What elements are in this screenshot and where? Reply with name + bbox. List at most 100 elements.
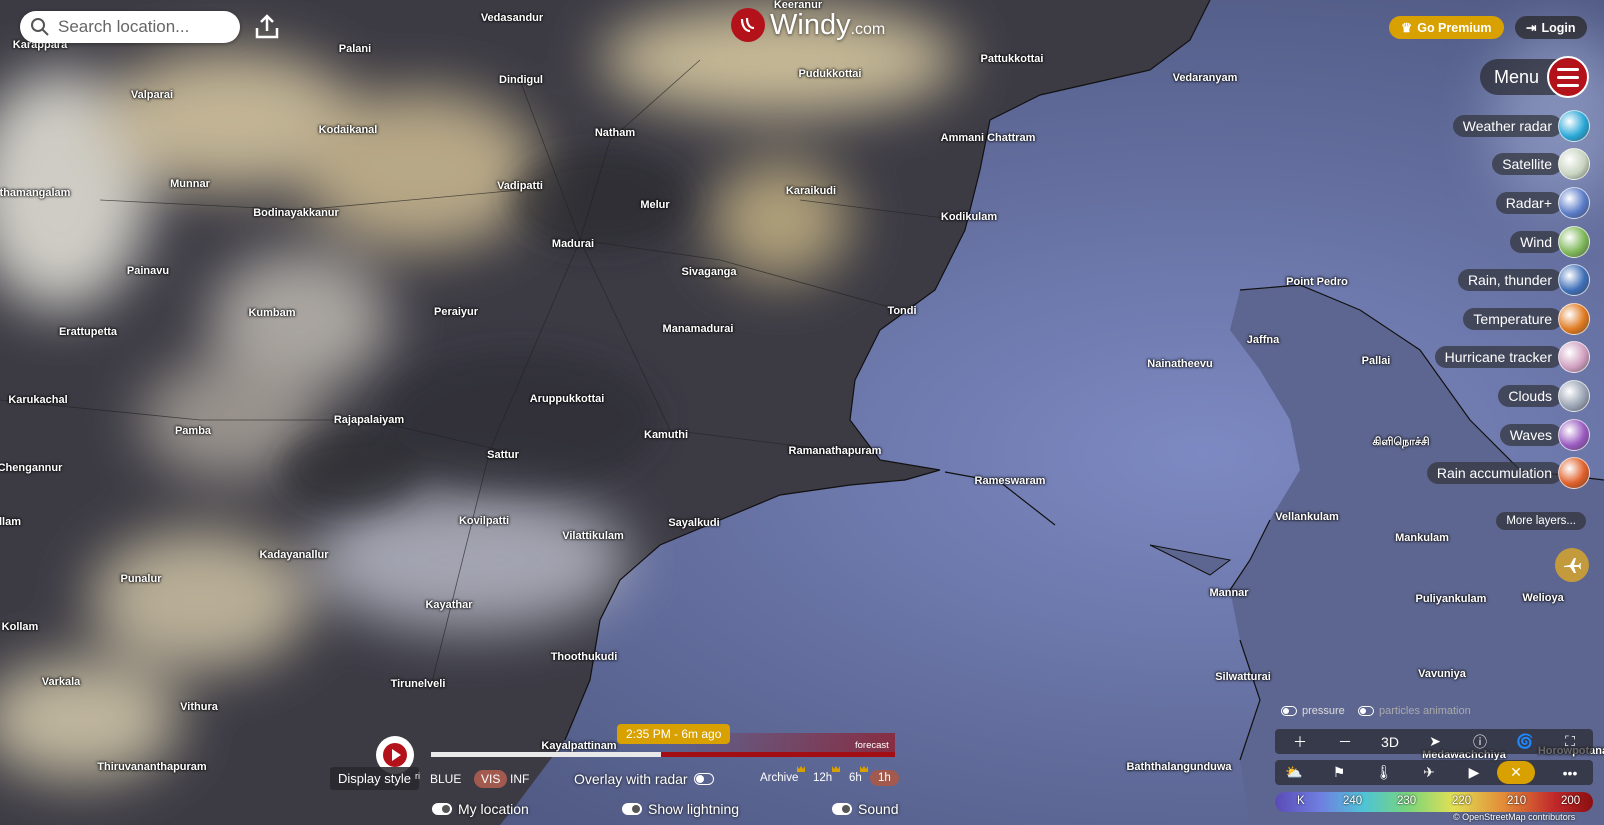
archive-option-12h[interactable]: 12h [813, 772, 832, 784]
place-label: Sivaganga [681, 266, 737, 278]
toggle-switch [832, 803, 852, 815]
layer-item[interactable]: Hurricane tracker [1434, 341, 1590, 373]
layer-item[interactable]: Radar+ [1495, 187, 1590, 219]
place-label: Kodikulam [940, 211, 998, 223]
wind-icon [1558, 226, 1590, 258]
place-label: Rameswaram [974, 475, 1046, 487]
sound-toggle[interactable]: Sound [832, 801, 898, 817]
play-icon [383, 743, 407, 767]
locate-icon[interactable]: ➤ [1416, 729, 1454, 754]
display-option-inf[interactable]: INF [510, 772, 529, 786]
toggle-switch [1281, 706, 1297, 716]
place-label: Dindigul [499, 74, 543, 86]
windy-logo[interactable]: Windy.com [731, 8, 885, 42]
place-label: Puliyankulam [1415, 593, 1487, 605]
zoom-out-button[interactable]: － [1326, 729, 1364, 754]
place-label: Bodinayakkanur [253, 207, 339, 219]
close-icon[interactable]: ✕ [1497, 761, 1535, 784]
time-indicator[interactable]: 2:35 PM - 6m ago [617, 724, 731, 744]
my-location-toggle[interactable]: My location [432, 801, 529, 817]
archive-button[interactable]: Archive [760, 772, 798, 784]
place-label: Jaffna [1246, 334, 1280, 346]
archive-option-6h[interactable]: 6h [849, 772, 862, 784]
layer-label: Waves [1499, 424, 1562, 446]
legend-value: 220 [1452, 795, 1472, 807]
place-label: Mankulam [1395, 532, 1449, 544]
search-bar[interactable] [20, 11, 240, 43]
more-icon[interactable]: ••• [1551, 760, 1589, 785]
layer-label: Wind [1510, 231, 1562, 253]
search-icon [31, 18, 49, 36]
timeline-slider[interactable] [431, 733, 895, 759]
flag-icon[interactable]: ⚑ [1320, 760, 1358, 785]
share-button[interactable] [252, 12, 282, 42]
zoom-in-button[interactable]: ＋ [1281, 729, 1319, 754]
place-label: Punalur [120, 573, 162, 585]
weather-icon[interactable]: ⛅ [1275, 760, 1313, 785]
place-label: Pallai [1361, 355, 1391, 367]
place-label: Vedaranyam [1172, 72, 1238, 84]
layer-item[interactable]: Weather radar [1452, 110, 1590, 142]
place-label: Painavu [126, 265, 170, 277]
thermometer-icon[interactable]: 🌡 [1365, 760, 1403, 785]
display-option-vis[interactable]: VIS [474, 770, 508, 788]
airport-icon[interactable]: ✈ [1410, 760, 1448, 785]
particles-animation-toggle[interactable]: particles animation [1358, 705, 1471, 717]
toggle-switch [1358, 706, 1374, 716]
toggle-switch [693, 773, 714, 785]
airplane-icon[interactable] [1555, 548, 1589, 582]
legend-unit: K [1297, 795, 1305, 807]
menu-button[interactable]: Menu [1480, 56, 1590, 98]
login-icon: ⇥ [1526, 21, 1537, 35]
satellite-map[interactable] [0, 0, 1604, 825]
overlay-tools-bar: ⛅ ⚑ 🌡 ✈ ▶ ✕ ••• [1275, 760, 1593, 785]
waves-icon [1558, 419, 1590, 451]
place-label: Chengannur [0, 462, 63, 474]
go-premium-button[interactable]: ♛ Go Premium [1389, 16, 1504, 39]
place-label: Palani [338, 43, 372, 55]
place-label: Pamba [174, 425, 212, 437]
legend-value: 210 [1507, 795, 1527, 807]
archive-option-1h[interactable]: 1h [870, 770, 899, 786]
place-label: Aruppukkottai [529, 393, 605, 405]
place-label: Vilattikulam [562, 530, 624, 542]
overlay-radar-toggle[interactable]: Overlay with radar [574, 771, 714, 787]
3d-button[interactable]: 3D [1371, 729, 1409, 754]
place-label: Kovilpatti [458, 515, 510, 527]
place-label: Pattukkottai [980, 53, 1044, 65]
layer-item[interactable]: Satellite [1492, 148, 1590, 180]
toggle-switch [432, 803, 452, 815]
place-label: Mannar [1209, 587, 1249, 599]
layer-item[interactable]: Clouds [1498, 380, 1590, 412]
windy-logo-icon [731, 8, 765, 42]
info-icon[interactable]: ⓘ [1461, 729, 1499, 754]
layer-item[interactable]: Temperature [1463, 303, 1590, 335]
place-label: Karukachal [8, 394, 68, 406]
fullscreen-icon[interactable]: ⛶ [1551, 729, 1589, 754]
rain-thunder-icon [1558, 264, 1590, 296]
layer-item[interactable]: Rain, thunder [1457, 264, 1590, 296]
place-label: Ramanathapuram [788, 445, 882, 457]
place-label: Vavuniya [1418, 668, 1466, 680]
webcam-icon[interactable]: ▶ [1455, 760, 1493, 785]
place-label: கிளிநொச்சி [1372, 436, 1430, 448]
pressure-toggle[interactable]: pressure [1281, 705, 1345, 717]
forecast-label: forecast [855, 740, 889, 751]
more-layers-button[interactable]: More layers... [1496, 512, 1586, 530]
color-legend[interactable]: K 240 230 220 210 200 [1275, 792, 1593, 812]
layer-item[interactable]: Waves [1499, 419, 1590, 451]
place-label: Kodaikanal [318, 124, 378, 136]
share-icon [255, 14, 279, 39]
display-style-partial: ri [415, 771, 420, 781]
login-button[interactable]: ⇥ Login [1515, 16, 1587, 39]
layer-item[interactable]: Rain accumulation [1426, 457, 1590, 489]
search-input[interactable] [56, 16, 230, 38]
display-option-blue[interactable]: BLUE [430, 772, 461, 786]
show-lightning-toggle[interactable]: Show lightning [622, 801, 739, 817]
layer-label: Clouds [1498, 385, 1562, 407]
satellite-icon [1558, 148, 1590, 180]
hurricane-icon[interactable]: 🌀 [1506, 729, 1544, 754]
place-label: Ammani Chattram [940, 132, 1036, 144]
layer-item[interactable]: Wind [1510, 226, 1590, 258]
place-label: Sayalkudi [668, 517, 720, 529]
